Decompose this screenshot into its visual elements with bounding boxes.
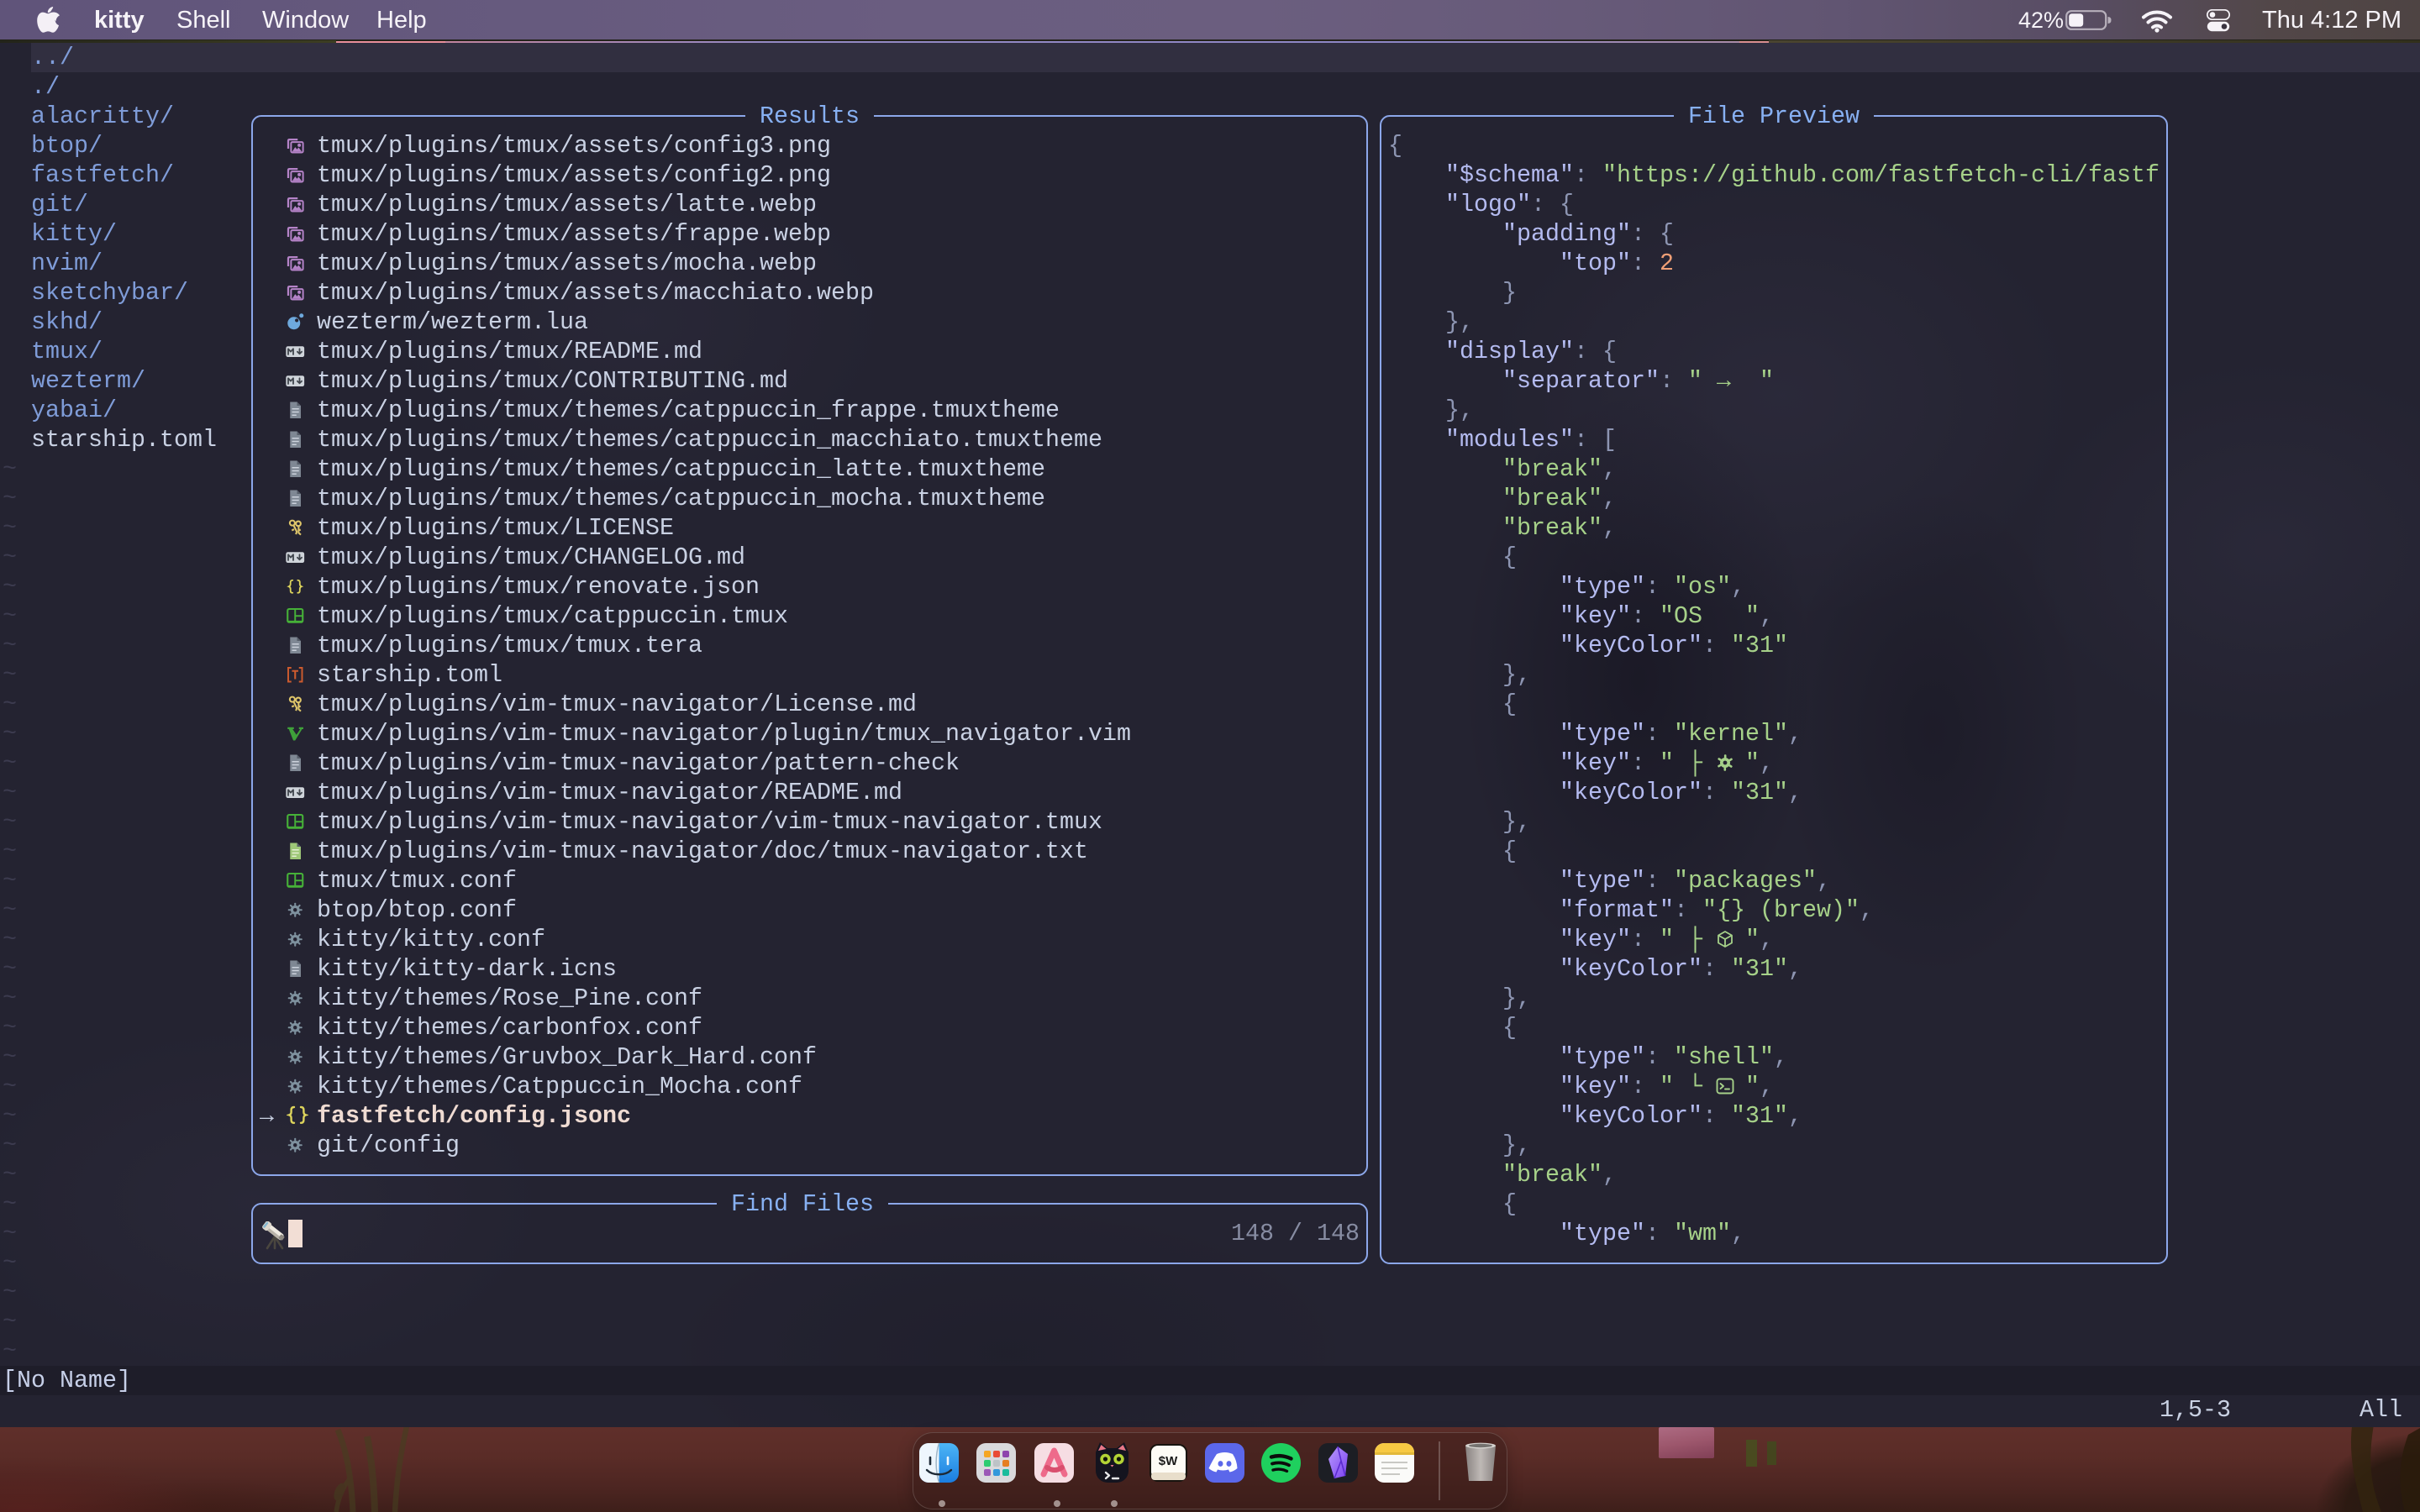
svg-text:$W: $W [1159, 1454, 1178, 1468]
